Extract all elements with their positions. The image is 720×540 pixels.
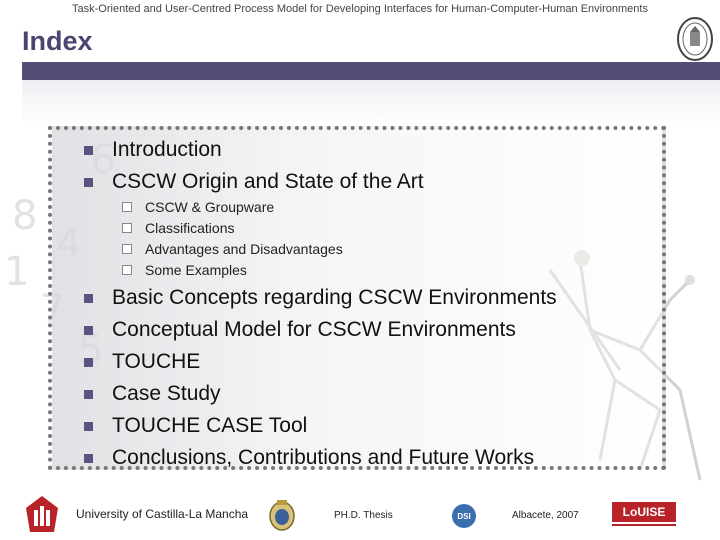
footer-university: University of Castilla-La Mancha <box>76 507 249 521</box>
index-subitem[interactable]: Some Examples <box>122 262 247 278</box>
bullet-square-icon <box>84 389 93 399</box>
index-subitem[interactable]: Classifications <box>122 220 234 236</box>
index-subitem[interactable]: Advantages and Disadvantages <box>122 241 343 257</box>
louise-logo-underline <box>612 524 676 526</box>
presentation-title: Task-Oriented and User-Centred Process M… <box>72 3 648 15</box>
index-item-label: Introduction <box>112 138 222 161</box>
index-item[interactable]: CSCW Origin and State of the Art <box>84 170 424 194</box>
checkbox-icon <box>122 265 132 275</box>
page-title: Index <box>22 26 93 56</box>
index-item[interactable]: Conceptual Model for CSCW Environments <box>84 318 516 342</box>
louise-logo-icon: LoUISE <box>612 502 676 522</box>
louise-logo-text: LoUISE <box>622 505 666 519</box>
index-item-label: TOUCHE <box>112 350 201 373</box>
index-subitem-label: Advantages and Disadvantages <box>145 241 343 257</box>
index-item[interactable]: TOUCHE CASE Tool <box>84 414 307 438</box>
index-item[interactable]: Basic Concepts regarding CSCW Environmen… <box>84 286 557 310</box>
index-subitem[interactable]: CSCW & Groupware <box>122 199 274 215</box>
bg-number: 8 <box>12 193 38 239</box>
bullet-square-icon <box>84 293 93 303</box>
index-subitem-label: Classifications <box>145 220 235 236</box>
dsi-logo-text: DSI <box>457 511 471 521</box>
uclm-logo-icon <box>26 496 58 532</box>
title-band-shadow <box>22 80 720 124</box>
title-band <box>22 62 720 80</box>
bullet-square-icon <box>84 357 93 367</box>
index-item[interactable]: Case Study <box>84 382 221 406</box>
index-item-label: TOUCHE CASE Tool <box>112 414 308 437</box>
coat-of-arms-icon <box>269 500 295 531</box>
index-item-label: Conclusions, Contributions and Future Wo… <box>112 446 535 469</box>
checkbox-icon <box>122 244 132 254</box>
index-item-label: Conceptual Model for CSCW Environments <box>112 318 516 341</box>
university-seal-icon <box>677 17 713 61</box>
checkbox-icon <box>122 202 132 212</box>
dsi-logo-icon: DSI <box>452 504 476 528</box>
index-item-label: Basic Concepts regarding CSCW Environmen… <box>112 286 557 309</box>
footer-thesis: PH.D. Thesis <box>334 510 393 521</box>
bullet-square-icon <box>84 421 93 431</box>
index-item-label: CSCW Origin and State of the Art <box>112 170 424 193</box>
bullet-square-icon <box>84 325 93 335</box>
footer-place-date: Albacete, 2007 <box>512 510 579 521</box>
bullet-square-icon <box>84 453 93 463</box>
index-item-label: Case Study <box>112 382 221 405</box>
index-item[interactable]: Introduction <box>84 138 222 162</box>
bullet-square-icon <box>84 145 93 155</box>
bg-number: 1 <box>4 249 30 295</box>
index-subitem-label: CSCW & Groupware <box>145 199 275 215</box>
bullet-square-icon <box>84 177 93 187</box>
checkbox-icon <box>122 223 132 233</box>
index-item[interactable]: Conclusions, Contributions and Future Wo… <box>84 446 534 470</box>
index-subitem-label: Some Examples <box>145 262 247 278</box>
index-item[interactable]: TOUCHE <box>84 350 200 374</box>
